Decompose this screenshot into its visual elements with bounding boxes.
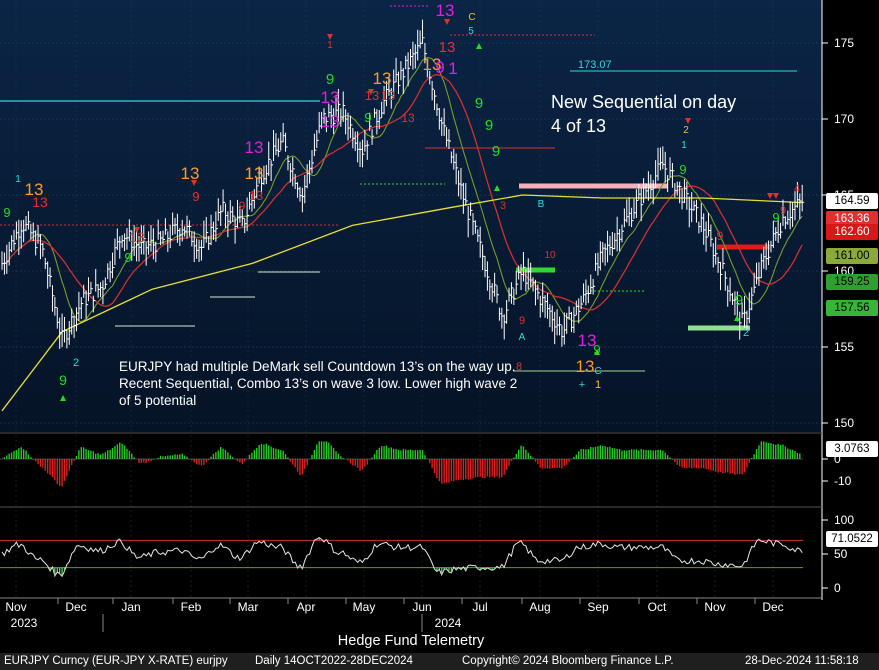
count-marker: 9 [735, 292, 743, 309]
branding-title: Hedge Fund Telemetry [337, 633, 485, 649]
count-marker: 9 [519, 315, 525, 327]
count-marker: 9 [475, 95, 483, 112]
footer-period: Daily 14OCT2022-28DEC2024 [255, 655, 413, 667]
month-label: Dec [65, 600, 86, 614]
count-marker: 9 [435, 58, 444, 77]
count-marker: 1 [15, 174, 21, 185]
count-marker: 13 [373, 69, 392, 88]
count-marker: 13 [436, 1, 455, 20]
osc2-panel-bg [0, 510, 822, 597]
price-tag: 157.56 [826, 300, 878, 316]
osc2-tick-label: 50 [834, 547, 848, 561]
count-marker: 13 [576, 357, 595, 376]
month-label: Jun [412, 600, 431, 614]
price-tick-label: 175 [834, 36, 854, 50]
count-marker: 13 [401, 111, 415, 125]
count-marker: 10 [544, 250, 556, 261]
osc2-value-tag: 71.0522 [826, 531, 878, 547]
main-annotation: EURJPY had multiple DeMark sell Countdow… [119, 359, 518, 408]
month-label: Feb [181, 600, 202, 614]
count-marker: + [579, 379, 585, 391]
count-marker: 2 [73, 357, 79, 369]
count-marker: 13 [249, 188, 263, 203]
level-173-label: 173.07 [578, 59, 612, 71]
osc1-value-tag: 3.0763 [826, 441, 878, 457]
count-marker: 9 [364, 110, 371, 125]
count-marker: 13 [321, 112, 340, 131]
month-label: Nov [5, 600, 26, 614]
count-marker: 13 [381, 88, 395, 103]
count-marker: 3 [500, 200, 506, 212]
count-marker: 9 [492, 143, 500, 160]
count-marker: 4 [794, 183, 800, 195]
count-marker: 1 [595, 379, 601, 391]
month-label: Jan [121, 600, 140, 614]
count-marker: 9 [717, 229, 724, 243]
count-marker: 13 [32, 194, 48, 210]
year-label: 2024 [435, 616, 462, 630]
osc1-panel-bg [0, 437, 822, 505]
count-marker: 13 [439, 39, 456, 56]
month-label: Jul [472, 600, 487, 614]
count-marker: 2 [743, 327, 749, 339]
month-label: May [353, 600, 376, 614]
count-marker: 13 [321, 88, 340, 107]
price-tag: 159.25 [826, 274, 878, 290]
footer-copyright: Copyright© 2024 Bloomberg Finance L.P. [462, 655, 674, 667]
price-tag: 161.00 [826, 248, 878, 264]
count-marker: C [594, 366, 601, 377]
count-marker: A [519, 332, 526, 343]
count-marker: 1 [448, 59, 457, 78]
count-marker: 9 [59, 372, 67, 388]
count-marker: 5 [468, 26, 474, 37]
count-marker: 13 [245, 138, 264, 157]
count-marker: 9 [679, 162, 686, 177]
month-label: Sep [587, 600, 609, 614]
year-label: 2023 [11, 616, 38, 630]
footer-bar: EURJPY Curncy (EUR-JPY X-RATE) eurjpy Da… [0, 653, 879, 670]
count-marker: 9 [772, 210, 779, 225]
chart-root: 173.07 1 13 13 9 2 9 13 9 13 9 13 13 13 9 1 9 13 13 13 13 13… [0, 0, 879, 670]
count-marker: 9 [192, 189, 199, 204]
price-tick-label: 155 [834, 340, 854, 354]
count-marker: 9 [3, 205, 10, 220]
count-marker: C [468, 12, 475, 23]
count-marker: 9 [124, 250, 131, 265]
count-marker: 13 [245, 164, 264, 183]
price-tag: 164.59 [826, 193, 878, 209]
price-tag: 162.60 [826, 224, 878, 240]
osc2-tick-label: 0 [834, 581, 841, 595]
count-marker: B [538, 199, 545, 210]
osc1-tick-label: -10 [834, 474, 852, 488]
count-marker: 9 [780, 205, 786, 217]
count-marker: 9 [326, 71, 334, 88]
month-label: Apr [297, 600, 316, 614]
new-sequential-annotation: New Sequential on day 4 of 13 [551, 92, 737, 136]
price-tick-label: 150 [834, 416, 854, 430]
price-tick-label: 170 [834, 112, 854, 126]
footer-timestamp: 28-Dec-2024 11:58:18 [745, 655, 859, 667]
month-label: Nov [704, 600, 725, 614]
month-label: Mar [238, 600, 259, 614]
osc2-tick-label: 100 [834, 513, 854, 527]
count-marker: 1 [327, 40, 333, 51]
count-marker: 9 [239, 199, 246, 213]
count-marker: 1 [681, 140, 687, 151]
footer-instrument: EURJPY Curncy (EUR-JPY X-RATE) eurjpy [4, 655, 228, 667]
month-label: Oct [648, 600, 667, 614]
count-marker: 9 [485, 117, 493, 134]
month-label: Dec [762, 600, 783, 614]
month-label: Aug [529, 600, 550, 614]
